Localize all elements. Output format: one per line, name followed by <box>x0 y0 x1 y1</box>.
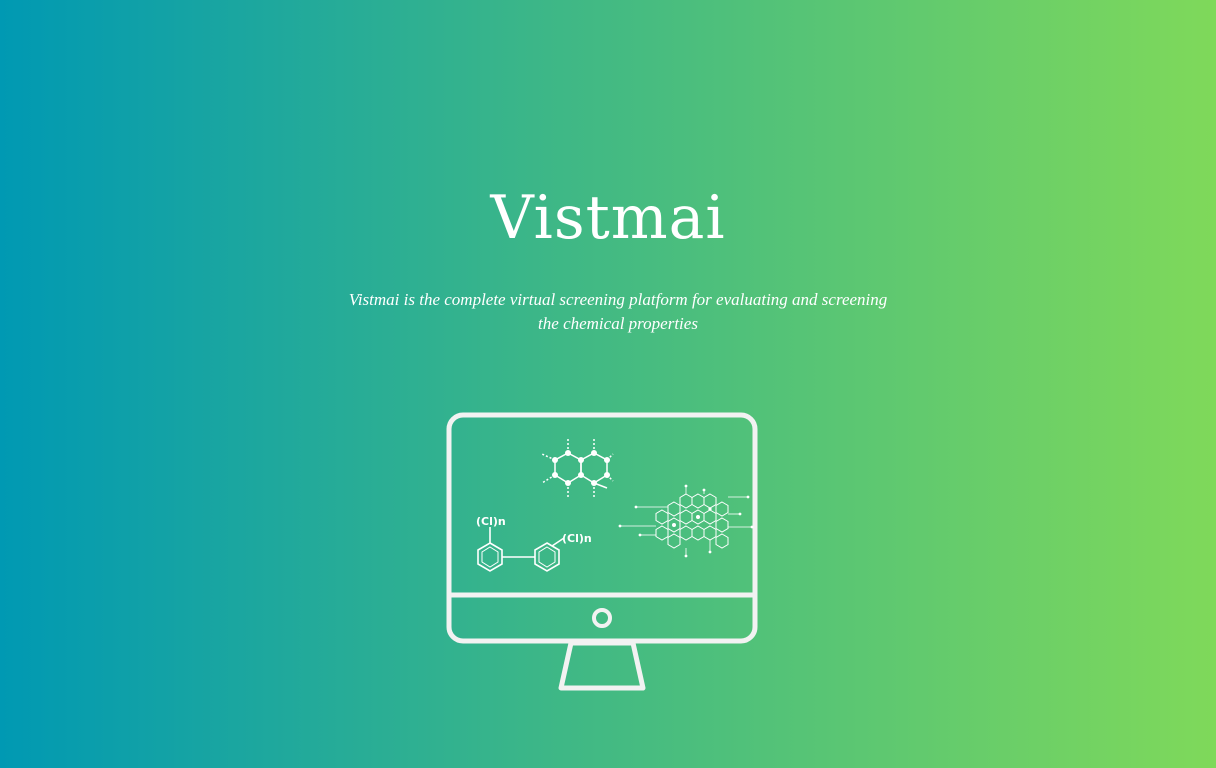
tagline: Vistmai is the complete virtual screenin… <box>348 290 888 333</box>
formula-label-chlorine-1: (Cl)n <box>476 515 506 528</box>
monitor-stand <box>558 640 646 691</box>
biphenyl-structure-icon <box>477 527 565 572</box>
page-title: Vistmai <box>490 183 726 253</box>
honeycomb-network-icon <box>618 484 754 558</box>
computer-monitor-icon: (Cl)n (Cl)n <box>446 412 758 691</box>
power-button-icon <box>592 608 612 628</box>
formula-label-chlorine-2: (Cl)n <box>562 532 592 545</box>
hexagon-molecule-icon <box>541 438 614 498</box>
monitor-screen-frame <box>446 412 758 644</box>
hero-section: Vistmai Vistmai is the complete virtual … <box>0 0 1216 768</box>
